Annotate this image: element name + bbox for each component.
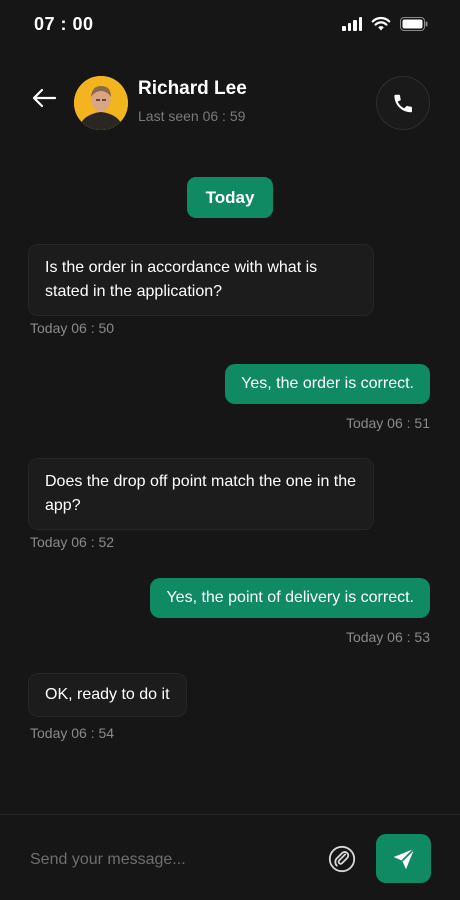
message-timestamp: Today 06 : 54 — [30, 725, 115, 741]
battery-icon — [400, 16, 428, 31]
back-button[interactable] — [28, 82, 60, 114]
last-seen-status: Last seen 06 : 59 — [138, 108, 246, 124]
message-composer — [0, 814, 460, 900]
phone-icon — [394, 94, 412, 113]
attachment-icon — [328, 845, 356, 873]
arrow-left-icon — [32, 88, 57, 108]
attach-button[interactable] — [326, 843, 358, 875]
wifi-icon — [371, 16, 391, 31]
send-icon — [393, 847, 415, 869]
status-time: 07 : 00 — [34, 14, 94, 34]
message-timestamp: Today 06 : 50 — [30, 320, 115, 336]
chat-screen: 07 : 00 Richard Lee Last seen 06: 59 To… — [0, 0, 460, 900]
status-icons — [342, 16, 428, 31]
message-bubble-incoming[interactable]: Is the order in accordance with what is … — [28, 244, 374, 316]
message-timestamp: Today 06 : 51 — [345, 415, 430, 431]
date-separator: Today — [187, 177, 273, 218]
message-bubble-outgoing[interactable]: Yes, the point of delivery is correct. — [150, 578, 430, 618]
message-timestamp: Today 06 : 53 — [345, 629, 430, 645]
contact-name: Richard Lee — [138, 78, 247, 99]
send-button[interactable] — [376, 834, 431, 883]
message-timestamp: Today 06 : 52 — [30, 534, 115, 550]
message-bubble-incoming[interactable]: OK, ready to do it — [28, 673, 187, 717]
message-bubble-incoming[interactable]: Does the drop off point match the one in… — [28, 458, 374, 530]
message-input[interactable] — [30, 845, 310, 875]
chat-header: Richard Lee Last seen 06 : 59 — [0, 70, 460, 130]
message-bubble-outgoing[interactable]: Yes, the order is correct. — [225, 364, 430, 404]
call-button[interactable] — [376, 76, 430, 130]
status-bar: 07 : 00 — [0, 0, 460, 50]
cellular-signal-icon — [342, 16, 362, 31]
avatar[interactable] — [74, 76, 128, 130]
